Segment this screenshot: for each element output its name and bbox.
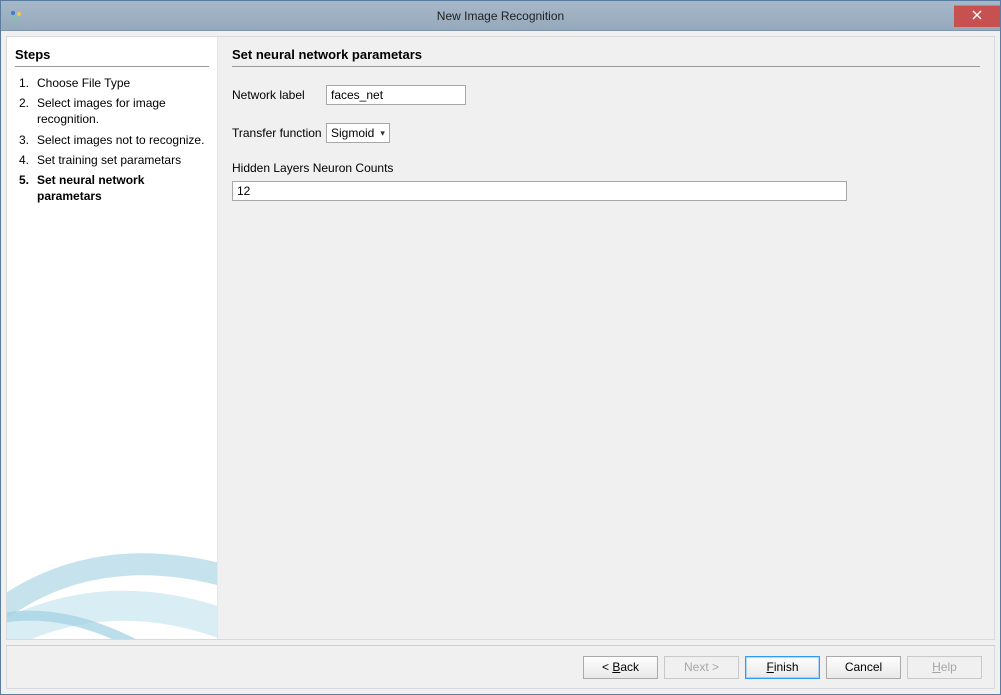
app-icon xyxy=(8,8,24,24)
step-number: 5. xyxy=(19,172,37,204)
hidden-layers-input-wrap xyxy=(232,181,847,201)
step-label: Set neural network parametars xyxy=(37,172,209,204)
step-number: 1. xyxy=(19,75,37,91)
step-label: Select images not to recognize. xyxy=(37,132,209,148)
step-number: 4. xyxy=(19,152,37,168)
window-title: New Image Recognition xyxy=(1,9,1000,23)
step-label: Select images for image recognition. xyxy=(37,95,209,127)
wizard-window: New Image Recognition Steps 1. Choose Fi… xyxy=(0,0,1001,695)
step-item: 4. Set training set parametars xyxy=(19,152,209,168)
step-number: 2. xyxy=(19,95,37,127)
back-button[interactable]: < Back xyxy=(583,656,658,679)
content-area: Steps 1. Choose File Type 2. Select imag… xyxy=(6,36,995,640)
help-button: Help xyxy=(907,656,982,679)
step-number: 3. xyxy=(19,132,37,148)
transfer-function-text: Transfer function xyxy=(232,126,326,140)
panel-heading: Set neural network parametars xyxy=(232,47,980,67)
network-label-input[interactable] xyxy=(326,85,466,105)
titlebar: New Image Recognition xyxy=(1,1,1000,31)
close-icon xyxy=(972,10,982,23)
main-panel: Set neural network parametars Network la… xyxy=(217,37,994,639)
transfer-function-select[interactable]: Sigmoid ▾ xyxy=(326,123,390,143)
steps-list: 1. Choose File Type 2. Select images for… xyxy=(15,75,209,204)
close-button[interactable] xyxy=(954,5,1000,27)
step-item: 3. Select images not to recognize. xyxy=(19,132,209,148)
step-label: Set training set parametars xyxy=(37,152,209,168)
step-item: 2. Select images for image recognition. xyxy=(19,95,209,127)
step-label: Choose File Type xyxy=(37,75,209,91)
steps-heading: Steps xyxy=(15,47,209,67)
sidebar-decoration xyxy=(7,489,217,639)
transfer-function-value: Sigmoid xyxy=(331,126,380,140)
hidden-layers-label: Hidden Layers Neuron Counts xyxy=(232,161,980,175)
hidden-layers-input[interactable] xyxy=(237,183,842,199)
transfer-function-row: Transfer function Sigmoid ▾ xyxy=(232,123,980,143)
steps-sidebar: Steps 1. Choose File Type 2. Select imag… xyxy=(7,37,217,639)
step-item-current: 5. Set neural network parametars xyxy=(19,172,209,204)
network-label-text: Network label xyxy=(232,88,326,102)
next-button: Next > xyxy=(664,656,739,679)
cancel-button[interactable]: Cancel xyxy=(826,656,901,679)
finish-button[interactable]: Finish xyxy=(745,656,820,679)
network-label-row: Network label xyxy=(232,85,980,105)
chevron-down-icon: ▾ xyxy=(380,128,385,139)
wizard-footer: < Back Next > Finish Cancel Help xyxy=(6,645,995,689)
step-item: 1. Choose File Type xyxy=(19,75,209,91)
